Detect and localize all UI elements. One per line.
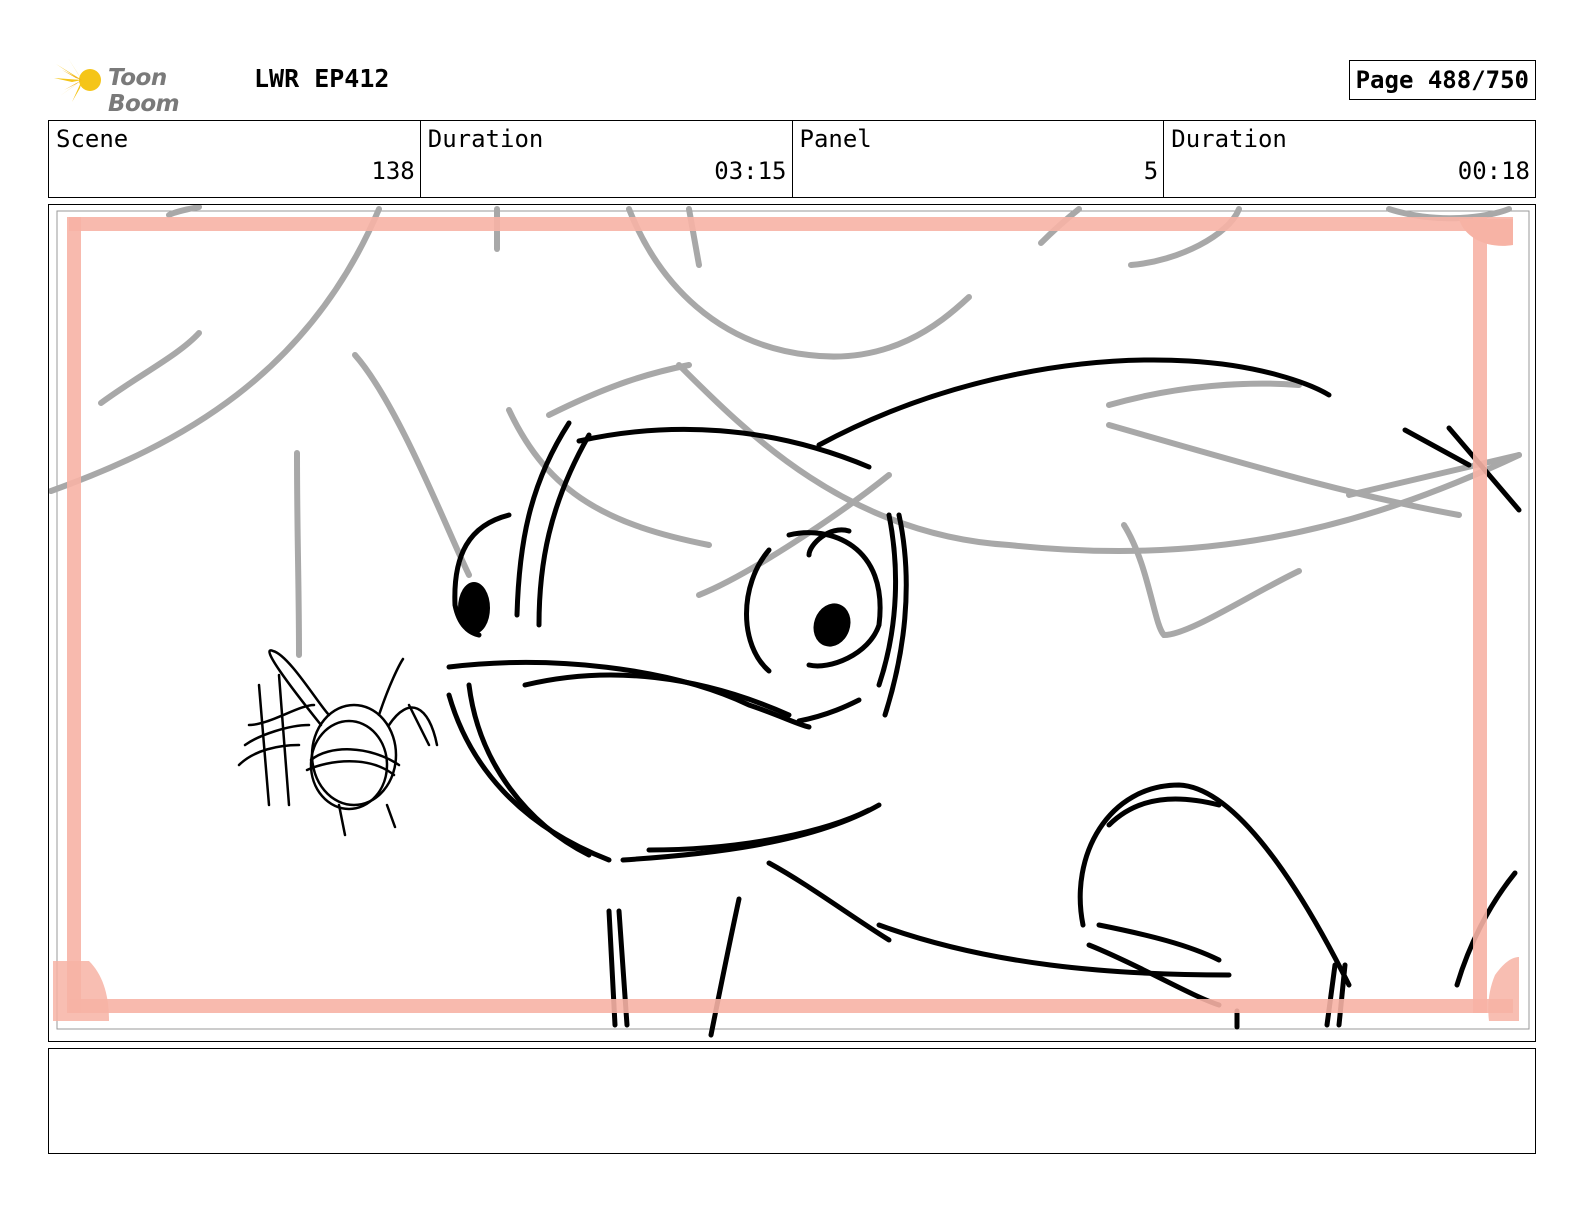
panel-duration-cell: Duration 00:18 <box>1164 121 1535 197</box>
front-eye-pupil <box>813 603 851 647</box>
panel-duration-value: 00:18 <box>1457 157 1530 185</box>
scene-value: 138 <box>371 157 415 185</box>
panel-label: Panel <box>799 125 872 153</box>
panel-value: 5 <box>1143 157 1159 185</box>
sketch-drawing <box>49 205 1530 1038</box>
character-sketch <box>446 357 1522 1038</box>
scene-cell: Scene 138 <box>49 121 421 197</box>
scene-duration-value: 03:15 <box>714 157 787 185</box>
storyboard-panel <box>48 204 1536 1042</box>
scene-label: Scene <box>56 125 129 153</box>
page-indicator: Page 488/750 <box>1348 60 1536 100</box>
safe-frame-overlay <box>53 217 1519 1021</box>
project-title: LWR EP412 <box>254 64 390 93</box>
fly-sketch <box>237 649 439 837</box>
panel-cell: Panel 5 <box>793 121 1165 197</box>
logo-text: Toon Boom <box>108 65 180 117</box>
background-sketch <box>49 205 1522 658</box>
panel-duration-label: Duration <box>1171 125 1287 153</box>
starburst-icon <box>54 58 101 102</box>
scene-duration-cell: Duration 03:15 <box>421 121 793 197</box>
toon-boom-logo: Toon Boom <box>52 56 242 117</box>
scene-duration-label: Duration <box>427 125 544 153</box>
action-notes-box <box>48 1048 1536 1154</box>
scene-info-table: Scene 138 Duration 03:15 Panel 5 Duratio… <box>48 120 1536 198</box>
storyboard-header: Toon Boom LWR EP412 Page 488/750 <box>48 54 1536 117</box>
back-eye <box>458 582 490 634</box>
